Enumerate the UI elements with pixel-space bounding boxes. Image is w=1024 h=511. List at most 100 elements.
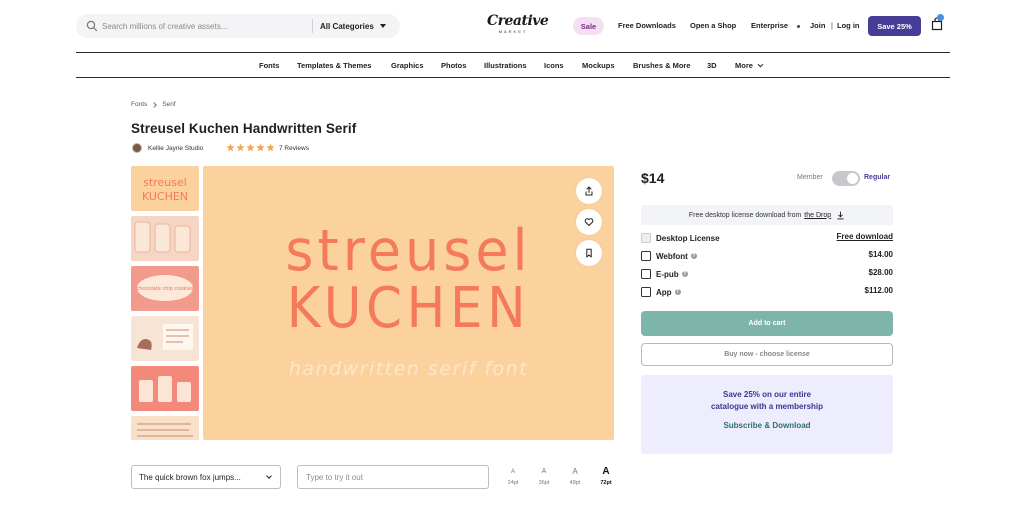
thumbnail-1[interactable]: streusel KUCHEN — [131, 166, 199, 211]
product-title: Streusel Kuchen Handwritten Serif — [131, 121, 357, 136]
bookmark-button[interactable] — [576, 240, 602, 266]
chevron-right-icon — [151, 101, 158, 108]
shop-avatar — [132, 143, 142, 153]
search-icon — [86, 20, 98, 32]
svg-text:KUCHEN: KUCHEN — [142, 190, 188, 203]
save-25-button[interactable]: Save 25% — [868, 16, 921, 36]
the-drop-link[interactable]: the Drop — [804, 212, 831, 219]
free-download-link[interactable]: Free download — [837, 232, 893, 241]
thumbnail-2[interactable] — [131, 216, 199, 261]
like-button[interactable] — [576, 209, 602, 235]
nav-3d[interactable]: 3D — [707, 61, 717, 70]
size-label: 48pt — [569, 480, 581, 486]
license-epub[interactable]: E-pub ? $28.00 — [641, 267, 893, 281]
category-select[interactable]: All Categories — [320, 14, 386, 38]
preview-line-3: handwritten serif font — [288, 358, 529, 380]
nav-photos[interactable]: Photos — [441, 61, 466, 70]
license-checkbox[interactable] — [641, 251, 651, 261]
info-icon[interactable]: ? — [690, 253, 697, 259]
add-to-cart-button[interactable]: Add to cart — [641, 311, 893, 336]
product-preview-image[interactable]: streusel KUCHEN handwritten serif font — [203, 166, 614, 440]
license-checkbox[interactable] — [641, 287, 651, 297]
preview-line-1: streusel — [285, 217, 532, 284]
star-icon — [266, 143, 275, 152]
svg-text:streusel: streusel — [143, 176, 187, 189]
license-checkbox[interactable] — [641, 269, 651, 279]
size-option-36pt[interactable]: A 36pt — [534, 467, 554, 486]
shop-info[interactable]: Kellie Jayne Studio — [132, 142, 203, 154]
nav-more[interactable]: More — [735, 61, 764, 70]
thumbnail-6[interactable] — [131, 416, 199, 440]
size-option-48pt[interactable]: A 48pt — [565, 467, 585, 486]
join-link[interactable]: Join — [810, 21, 825, 30]
shop-name[interactable]: Kellie Jayne Studio — [148, 145, 203, 152]
thumbnail-4-art — [137, 324, 193, 350]
nav-fonts[interactable]: Fonts — [259, 61, 279, 70]
member-regular-toggle[interactable] — [832, 171, 860, 186]
category-select-label: All Categories — [320, 21, 374, 31]
sale-link[interactable]: Sale — [573, 17, 604, 35]
share-button[interactable] — [576, 178, 602, 204]
nav-brushes-more[interactable]: Brushes & More — [633, 61, 691, 70]
try-it-input[interactable] — [297, 465, 489, 489]
size-option-72pt[interactable]: A 72pt — [596, 467, 616, 487]
thumbnail-5-art — [139, 376, 191, 402]
license-name: Desktop License — [656, 233, 720, 243]
nav-icons[interactable]: Icons — [544, 61, 564, 70]
enterprise-link[interactable]: Enterprise — [751, 21, 788, 30]
promo-line-2: catalogue with a membership — [710, 402, 824, 411]
creative-market-logo[interactable]: Creative MARKET — [487, 13, 549, 40]
info-icon[interactable]: ? — [674, 289, 681, 295]
caret-down-icon — [379, 24, 386, 28]
breadcrumb-fonts[interactable]: Fonts — [131, 101, 147, 108]
license-name: Webfont — [656, 251, 688, 261]
search-input[interactable] — [102, 14, 302, 38]
free-downloads-link[interactable]: Free Downloads — [618, 21, 676, 30]
thumbnail-1-art: streusel KUCHEN — [142, 176, 188, 203]
membership-promo: Save 25% on our entire catalogue with a … — [641, 375, 893, 454]
free-download-banner: Free desktop license download from the D… — [641, 205, 893, 225]
svg-text:chocolate chip cookies: chocolate chip cookies — [137, 286, 194, 292]
license-app[interactable]: App ? $112.00 — [641, 285, 893, 299]
license-webfont[interactable]: Webfont ? $14.00 — [641, 249, 893, 263]
login-link[interactable]: Log in — [837, 21, 860, 30]
thumbnail-strip: streusel KUCHEN chocolate chip cookies — [131, 166, 199, 440]
info-icon[interactable]: ? — [681, 271, 688, 277]
buy-now-button[interactable]: Buy now - choose license — [641, 343, 893, 366]
bookmark-icon — [586, 248, 592, 258]
member-label: Member — [797, 174, 823, 181]
chevron-down-icon — [266, 473, 272, 479]
chevron-down-icon — [757, 61, 764, 68]
license-name: E-pub — [656, 269, 679, 279]
download-icon[interactable] — [836, 210, 845, 220]
open-shop-link[interactable]: Open a Shop — [690, 21, 736, 30]
breadcrumb-serif[interactable]: Serif — [162, 101, 175, 108]
thumbnail-3-art: chocolate chip cookies — [137, 275, 194, 301]
thumbnail-6-art — [137, 423, 193, 437]
thumbnail-5[interactable] — [131, 366, 199, 411]
nav-templates-themes[interactable]: Templates & Themes — [297, 61, 371, 70]
cart-count-badge — [937, 14, 944, 21]
logo-wordmark: Creative — [487, 13, 549, 29]
license-price: $14.00 — [868, 250, 893, 259]
size-glyph: A — [572, 467, 578, 476]
license-price: $28.00 — [868, 268, 893, 277]
size-label: 72pt — [600, 480, 612, 486]
site-header: All Categories Creative MARKET Sale Free… — [0, 0, 1024, 52]
size-label: 24pt — [507, 480, 519, 486]
reviews-count[interactable]: 7 Reviews — [279, 145, 309, 152]
subscribe-download-link[interactable]: Subscribe & Download — [641, 421, 893, 430]
size-option-24pt[interactable]: A 24pt — [503, 467, 523, 486]
license-checkbox[interactable] — [641, 233, 651, 243]
sample-text-select[interactable]: The quick brown fox jumps... — [131, 465, 281, 489]
nav-graphics[interactable]: Graphics — [391, 61, 424, 70]
share-icon — [585, 186, 593, 196]
nav-mockups[interactable]: Mockups — [582, 61, 615, 70]
thumbnail-4[interactable] — [131, 316, 199, 361]
thumbnail-3[interactable]: chocolate chip cookies — [131, 266, 199, 311]
nav-dot-separator — [797, 25, 800, 28]
nav-illustrations[interactable]: Illustrations — [484, 61, 527, 70]
search-divider — [312, 19, 313, 33]
search-bar[interactable]: All Categories — [76, 14, 400, 38]
license-desktop[interactable]: Desktop License Free download — [641, 231, 893, 245]
